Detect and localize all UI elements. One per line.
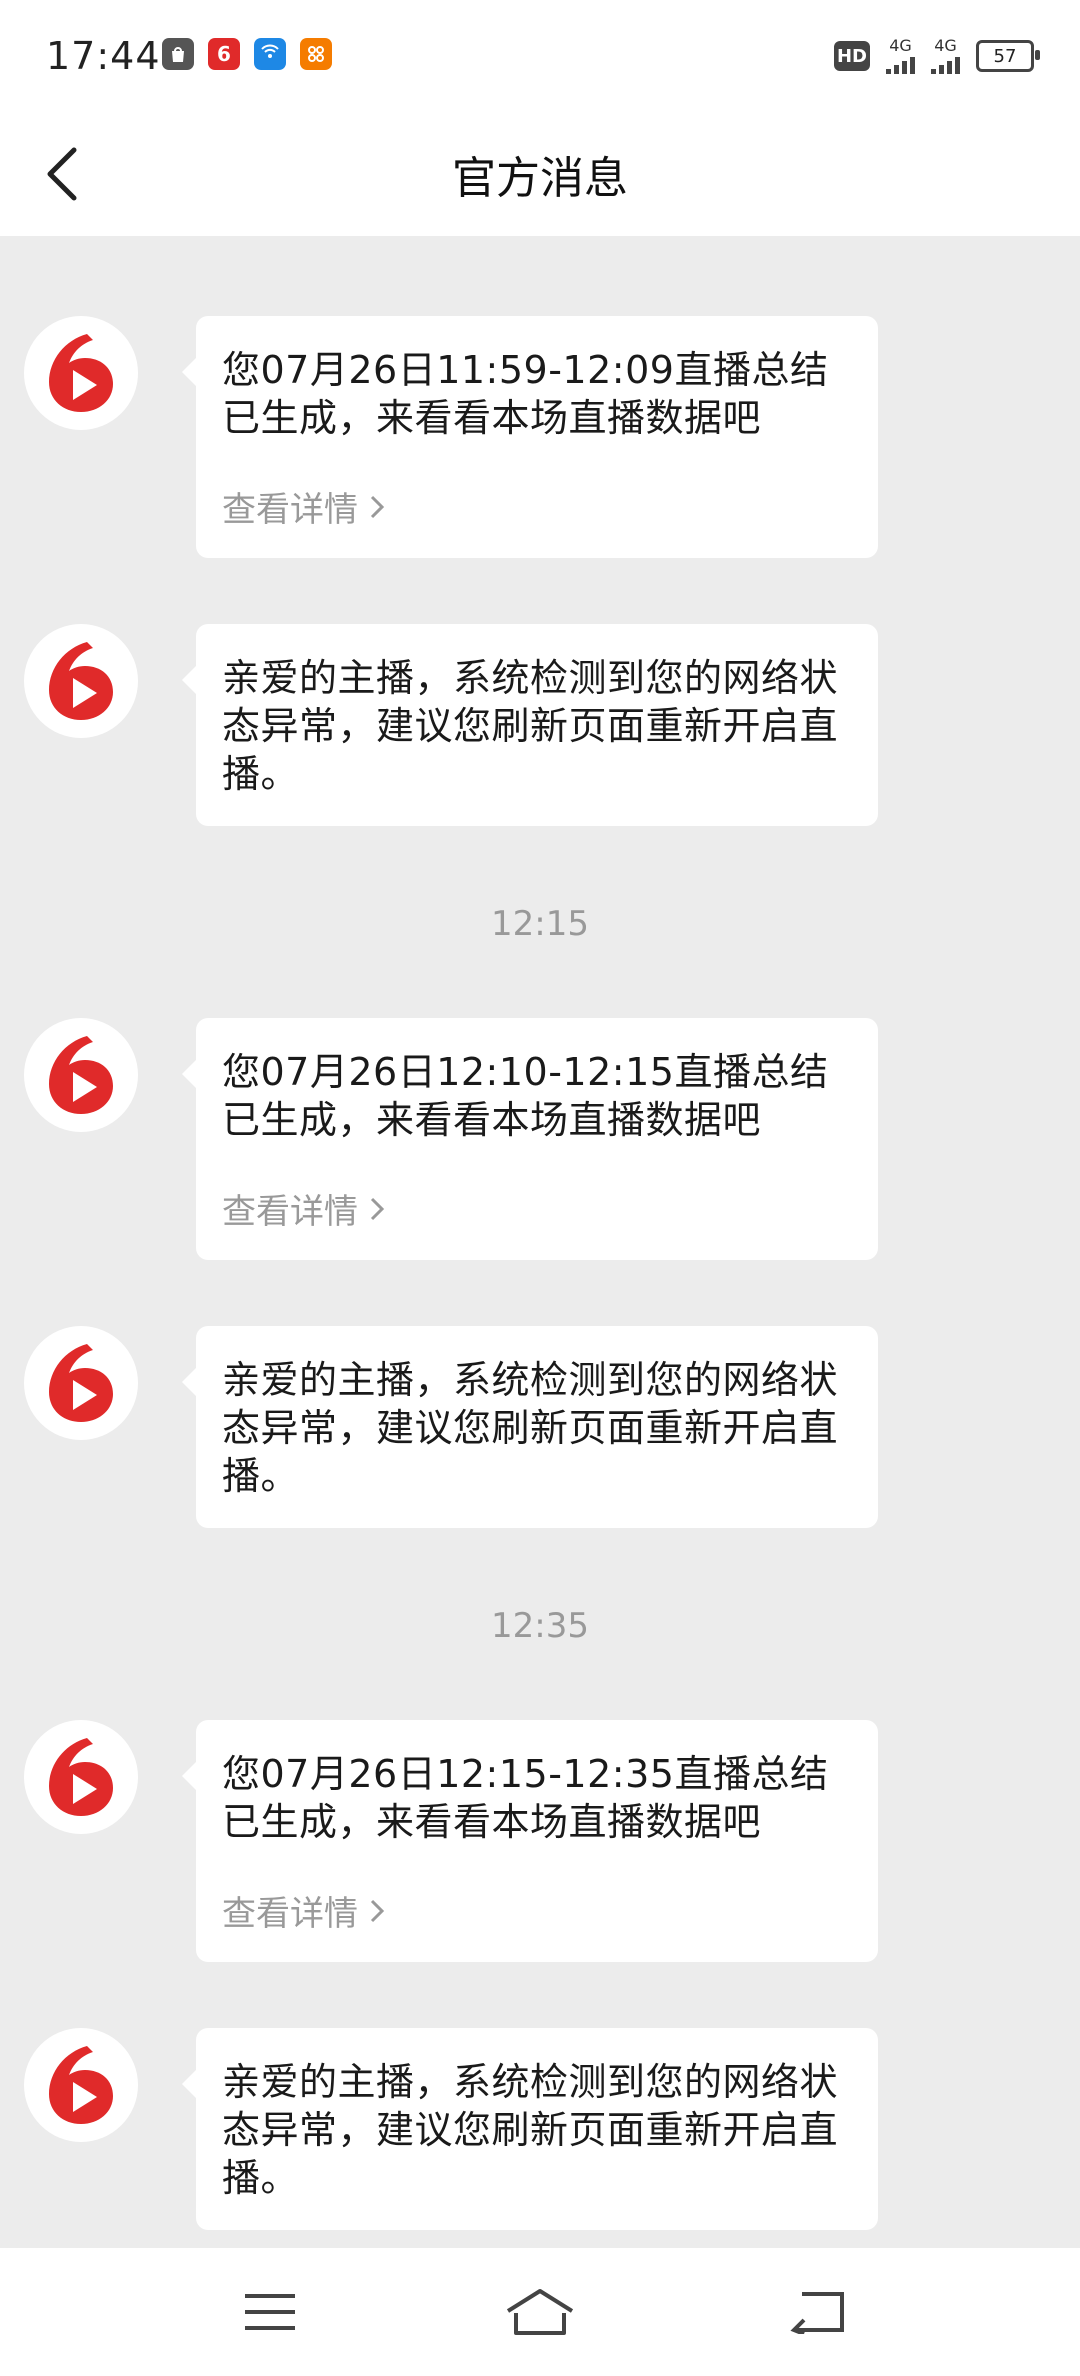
message-bubble[interactable]: 您07月26日12:10-12:15直播总结已生成，来看看本场直播数据吧 查看详… <box>182 1018 878 1260</box>
app-logo-icon <box>49 334 113 412</box>
status-bar: 17:44 6 HD 4G 4G 57 <box>0 0 1080 112</box>
hd-icon: HD <box>834 41 870 71</box>
view-details-link[interactable]: 查看详情 <box>222 1886 852 1935</box>
home-icon[interactable] <box>500 2282 580 2342</box>
timestamp: 12:15 <box>491 904 589 944</box>
message-bubble[interactable]: 您07月26日12:15-12:35直播总结已生成，来看看本场直播数据吧 查看详… <box>182 1720 878 1962</box>
message-bubble[interactable]: 您07月26日11:59-12:09直播总结已生成，来看看本场直播数据吧 查看详… <box>182 316 878 558</box>
signal-2-icon: 4G <box>931 38 960 74</box>
message-text: 您07月26日11:59-12:09直播总结已生成，来看看本场直播数据吧 <box>222 348 829 440</box>
chevron-right-icon <box>370 495 385 518</box>
status-indicators: HD 4G 4G 57 <box>834 38 1040 74</box>
avatar[interactable] <box>24 316 138 430</box>
app-logo-icon <box>49 1344 113 1422</box>
back-icon[interactable] <box>780 2282 860 2342</box>
chevron-right-icon <box>370 1899 385 1922</box>
message-text: 亲爱的主播，系统检测到您的网络状态异常，建议您刷新页面重新开启直播。 <box>222 2060 839 2200</box>
view-details-link[interactable]: 查看详情 <box>222 482 852 531</box>
notification-icons: 6 <box>162 38 332 70</box>
avatar[interactable] <box>24 1720 138 1834</box>
app-logo-icon: 6 <box>208 38 240 70</box>
message-text: 亲爱的主播，系统检测到您的网络状态异常，建议您刷新页面重新开启直播。 <box>222 656 839 796</box>
message-bubble[interactable]: 亲爱的主播，系统检测到您的网络状态异常，建议您刷新页面重新开启直播。 <box>182 2028 878 2230</box>
app-logo-icon <box>49 1036 113 1114</box>
avatar[interactable] <box>24 1018 138 1132</box>
avatar[interactable] <box>24 1326 138 1440</box>
top-bar: 官方消息 <box>0 112 1080 236</box>
chevron-right-icon <box>370 1197 385 1220</box>
avatar[interactable] <box>24 2028 138 2142</box>
message-text: 您07月26日12:15-12:35直播总结已生成，来看看本场直播数据吧 <box>222 1752 829 1844</box>
page-title: 官方消息 <box>452 153 628 204</box>
message-text: 您07月26日12:10-12:15直播总结已生成，来看看本场直播数据吧 <box>222 1050 829 1142</box>
signal-1-icon: 4G <box>886 38 915 74</box>
menu-icon[interactable] <box>230 2282 310 2342</box>
shopping-bag-icon <box>162 38 194 70</box>
grid-app-icon <box>300 38 332 70</box>
app-logo-icon <box>49 1738 113 1816</box>
message-bubble[interactable]: 亲爱的主播，系统检测到您的网络状态异常，建议您刷新页面重新开启直播。 <box>182 1326 878 1528</box>
status-time: 17:44 <box>46 34 161 78</box>
app-logo-icon <box>49 2046 113 2124</box>
app-logo-icon <box>49 642 113 720</box>
message-bubble[interactable]: 亲爱的主播，系统检测到您的网络状态异常，建议您刷新页面重新开启直播。 <box>182 624 878 826</box>
timestamp: 12:35 <box>491 1606 589 1646</box>
message-list[interactable]: 您07月26日11:59-12:09直播总结已生成，来看看本场直播数据吧 查看详… <box>0 236 1080 2248</box>
system-nav-bar <box>0 2248 1080 2376</box>
wireless-icon <box>254 38 286 70</box>
avatar[interactable] <box>24 624 138 738</box>
battery-icon: 57 <box>976 40 1040 72</box>
view-details-link[interactable]: 查看详情 <box>222 1184 852 1233</box>
message-text: 亲爱的主播，系统检测到您的网络状态异常，建议您刷新页面重新开启直播。 <box>222 1358 839 1498</box>
